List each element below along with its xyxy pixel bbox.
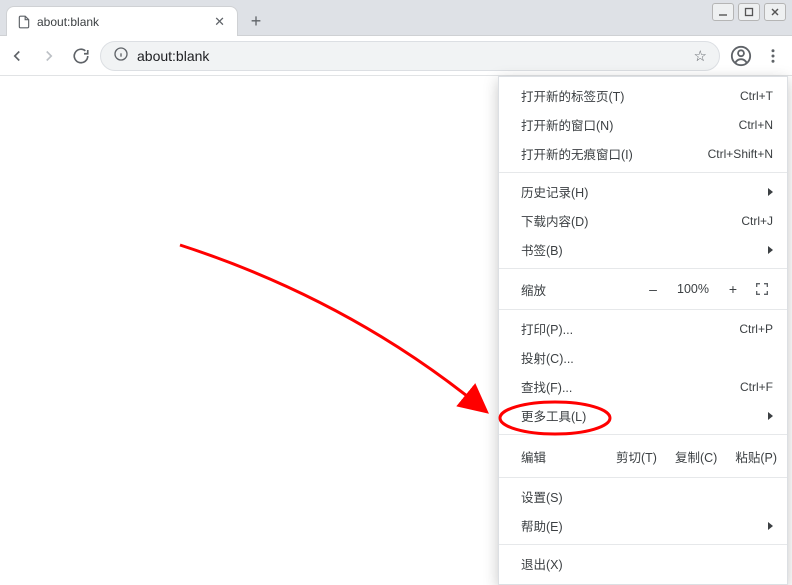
chevron-right-icon <box>768 412 773 420</box>
new-tab-button[interactable]: + <box>242 7 270 35</box>
site-info-icon[interactable] <box>113 46 129 65</box>
main-menu: 打开新的标签页(T) Ctrl+T 打开新的窗口(N) Ctrl+N 打开新的无… <box>498 76 788 585</box>
tab-strip: about:blank ✕ + <box>0 0 792 36</box>
tab-title: about:blank <box>37 15 206 29</box>
minimize-button[interactable] <box>712 3 734 21</box>
fullscreen-icon[interactable] <box>751 280 773 298</box>
menu-downloads[interactable]: 下载内容(D) Ctrl+J <box>499 206 787 235</box>
close-window-button[interactable] <box>764 3 786 21</box>
menu-separator <box>499 172 787 173</box>
forward-button[interactable] <box>40 47 58 65</box>
menu-bookmarks[interactable]: 书签(B) <box>499 235 787 264</box>
menu-edit: 编辑 剪切(T) 复制(C) 粘贴(P) <box>499 439 787 473</box>
edit-copy[interactable]: 复制(C) <box>675 447 717 466</box>
tab-about-blank[interactable]: about:blank ✕ <box>6 6 238 36</box>
main-menu-button[interactable] <box>762 45 784 67</box>
page-icon <box>17 15 31 29</box>
menu-separator <box>499 268 787 269</box>
menu-exit[interactable]: 退出(X) <box>499 549 787 578</box>
menu-new-window[interactable]: 打开新的窗口(N) Ctrl+N <box>499 110 787 139</box>
bookmark-star-icon[interactable]: ☆ <box>694 47 707 65</box>
menu-print[interactable]: 打印(P)... Ctrl+P <box>499 314 787 343</box>
chevron-right-icon <box>768 188 773 196</box>
chevron-right-icon <box>768 522 773 530</box>
menu-new-tab[interactable]: 打开新的标签页(T) Ctrl+T <box>499 81 787 110</box>
reload-button[interactable] <box>72 47 90 65</box>
address-bar[interactable]: about:blank ☆ <box>100 41 720 71</box>
menu-separator <box>499 477 787 478</box>
zoom-percent: 100% <box>671 282 715 296</box>
menu-incognito[interactable]: 打开新的无痕窗口(I) Ctrl+Shift+N <box>499 139 787 168</box>
profile-avatar-icon[interactable] <box>730 45 752 67</box>
close-tab-icon[interactable]: ✕ <box>212 14 227 30</box>
toolbar: about:blank ☆ <box>0 36 792 76</box>
menu-cast[interactable]: 投射(C)... <box>499 343 787 372</box>
menu-separator <box>499 434 787 435</box>
edit-cut[interactable]: 剪切(T) <box>616 447 657 466</box>
menu-separator <box>499 544 787 545</box>
back-button[interactable] <box>8 47 26 65</box>
chevron-right-icon <box>768 246 773 254</box>
zoom-out-button[interactable]: – <box>643 281 663 297</box>
menu-separator <box>499 309 787 310</box>
url-text: about:blank <box>137 48 209 64</box>
edit-paste[interactable]: 粘贴(P) <box>735 447 777 466</box>
zoom-in-button[interactable]: + <box>723 281 743 297</box>
window-controls <box>712 3 786 21</box>
maximize-button[interactable] <box>738 3 760 21</box>
menu-help[interactable]: 帮助(E) <box>499 511 787 540</box>
menu-settings[interactable]: 设置(S) <box>499 482 787 511</box>
menu-history[interactable]: 历史记录(H) <box>499 177 787 206</box>
menu-find[interactable]: 查找(F)... Ctrl+F <box>499 372 787 401</box>
menu-zoom: 缩放 – 100% + <box>499 273 787 305</box>
menu-more-tools[interactable]: 更多工具(L) <box>499 401 787 430</box>
